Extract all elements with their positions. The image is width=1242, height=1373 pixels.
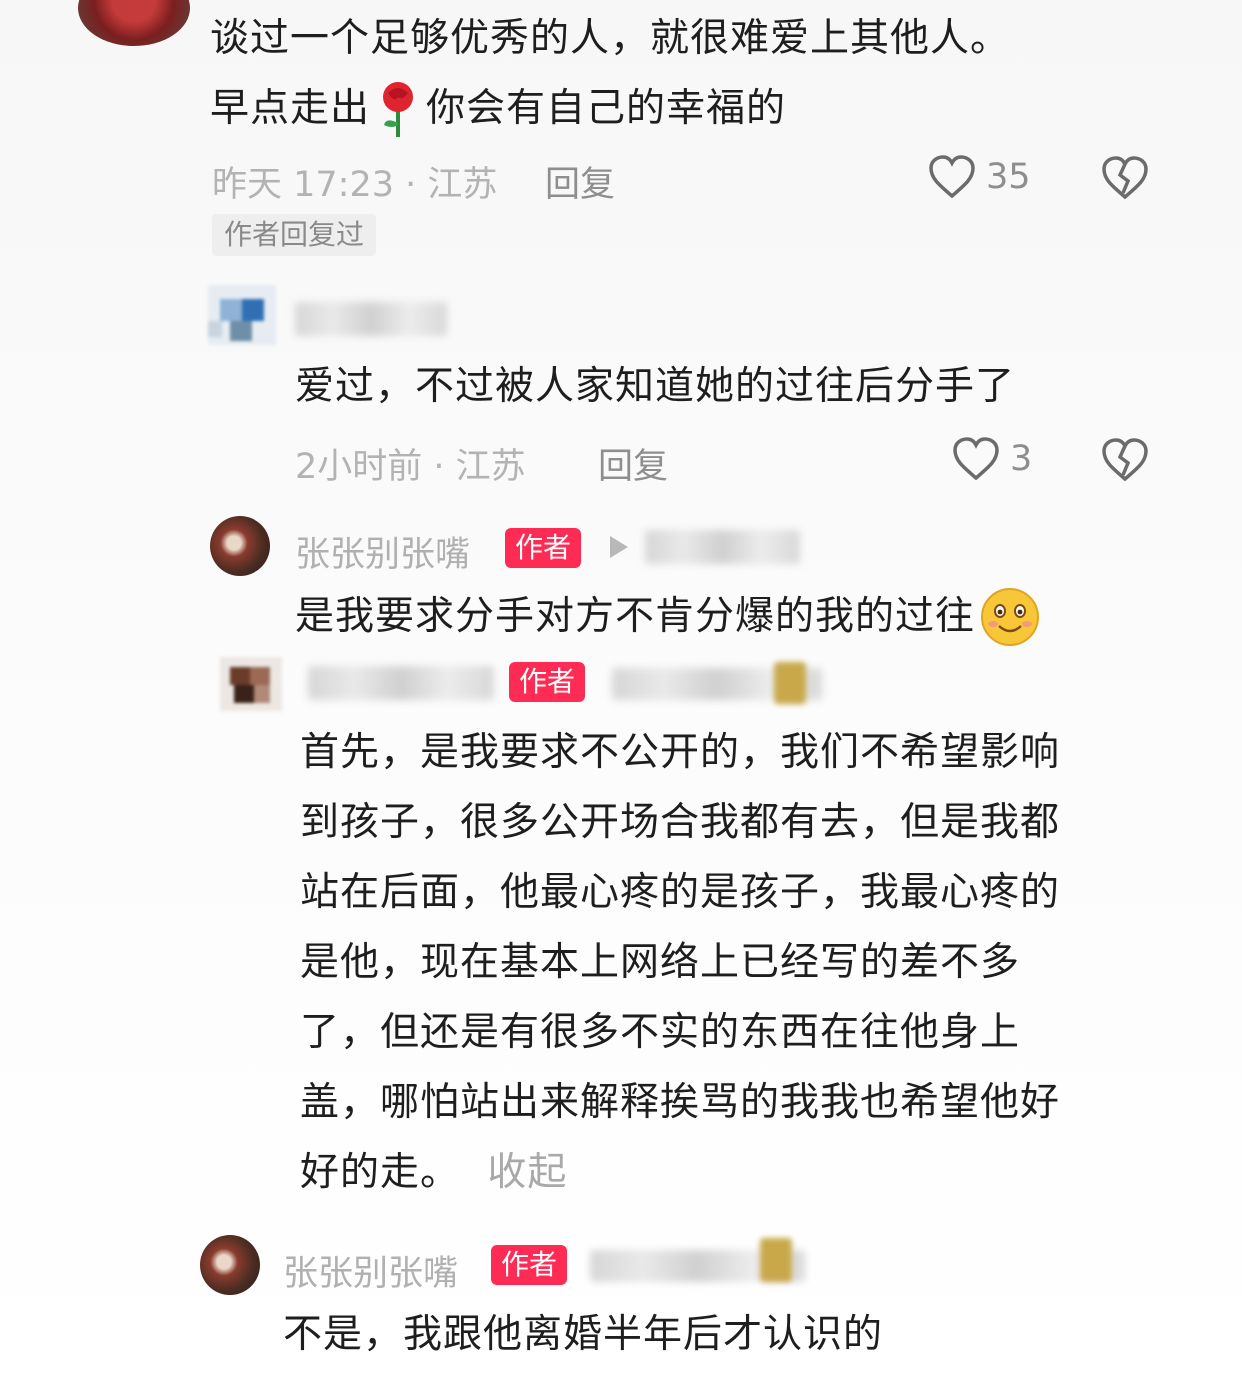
comment-meta: 昨天 17:23 · 江苏 [212,165,498,205]
user-name-blurred[interactable] [308,666,494,700]
author-badge: 作者 [509,662,586,702]
smile-emoji [979,586,1041,648]
reply-text-line: 盖，哪怕站出来解释挨骂的我我也希望他好 [300,1080,1061,1125]
play-arrow-icon [608,534,630,560]
reply-text: 爱过，不过被人家知道她的过往后分手了 [295,364,1016,409]
broken-heart-icon [1100,437,1150,483]
reply-text-block: 首先，是我要求不公开的，我们不希望影响 到孩子，很多公开场合我都有去，但是我都 … [300,718,1060,1208]
dislike-button[interactable] [1100,437,1150,483]
like-count: 35 [986,157,1031,197]
reply-button[interactable]: 回复 [598,438,668,489]
reply-text-line: 了，但还是有很多不实的东西在往他身上 [300,1010,1021,1055]
user-name-blurred[interactable] [295,302,447,336]
reply-text-line: 首先，是我要求不公开的，我们不希望影响 [300,730,1061,775]
heart-icon [928,154,976,200]
comment-text-part: 早点走出 [210,86,371,131]
reply-text: 是我要求分手对方不肯分爆的我的过往 [295,594,976,639]
comment-text: 谈过一个足够优秀的人，就很难爱上其他人。 [210,16,1011,61]
reply-text-line: 好的走。 [300,1150,461,1195]
user-name[interactable]: 张张别张嘴 [283,1245,458,1296]
author-badge: 作者 [491,1245,568,1285]
user-name[interactable]: 张张别张嘴 [295,526,470,577]
reply-text-line: 是他，现在基本上网络上已经写的差不多 [300,940,1021,985]
comment-text-line2: 早点走出 你会有自己的幸福的 [210,74,786,144]
heart-icon [952,436,1000,482]
avatar[interactable] [78,0,190,46]
reply-text-line: 站在后面，他最心疼的是孩子，我最心疼的 [300,870,1061,915]
avatar[interactable] [210,516,270,576]
avatar[interactable] [220,657,282,711]
avatar[interactable] [760,1238,792,1282]
avatar[interactable] [200,1235,260,1295]
rose-emoji [376,79,420,139]
avatar[interactable] [774,662,806,704]
reply-text: 不是，我跟他离婚半年后才认识的 [283,1312,884,1357]
reply-text-line: 是我要求分手对方不肯分爆的我的过往 [295,582,1041,652]
like-button[interactable]: 35 [928,154,1031,200]
reply-target-name-blurred[interactable] [645,530,800,564]
reply-meta: 2小时前 · 江苏 [295,447,526,487]
like-button[interactable]: 3 [952,436,1032,482]
comment-text-part: 你会有自己的幸福的 [426,86,787,131]
reply-button[interactable]: 回复 [545,156,615,207]
like-count: 3 [1010,439,1033,479]
reply-text-line: 到孩子，很多公开场合我都有去，但是我都 [300,800,1061,845]
dislike-button[interactable] [1100,155,1150,201]
author-replied-badge: 作者回复过 [212,214,377,256]
author-badge: 作者 [505,528,582,568]
collapse-button[interactable]: 收起 [487,1150,567,1195]
reply-text-line-last: 好的走。 收起 [300,1138,1060,1208]
broken-heart-icon [1100,155,1150,201]
avatar[interactable] [208,285,276,345]
